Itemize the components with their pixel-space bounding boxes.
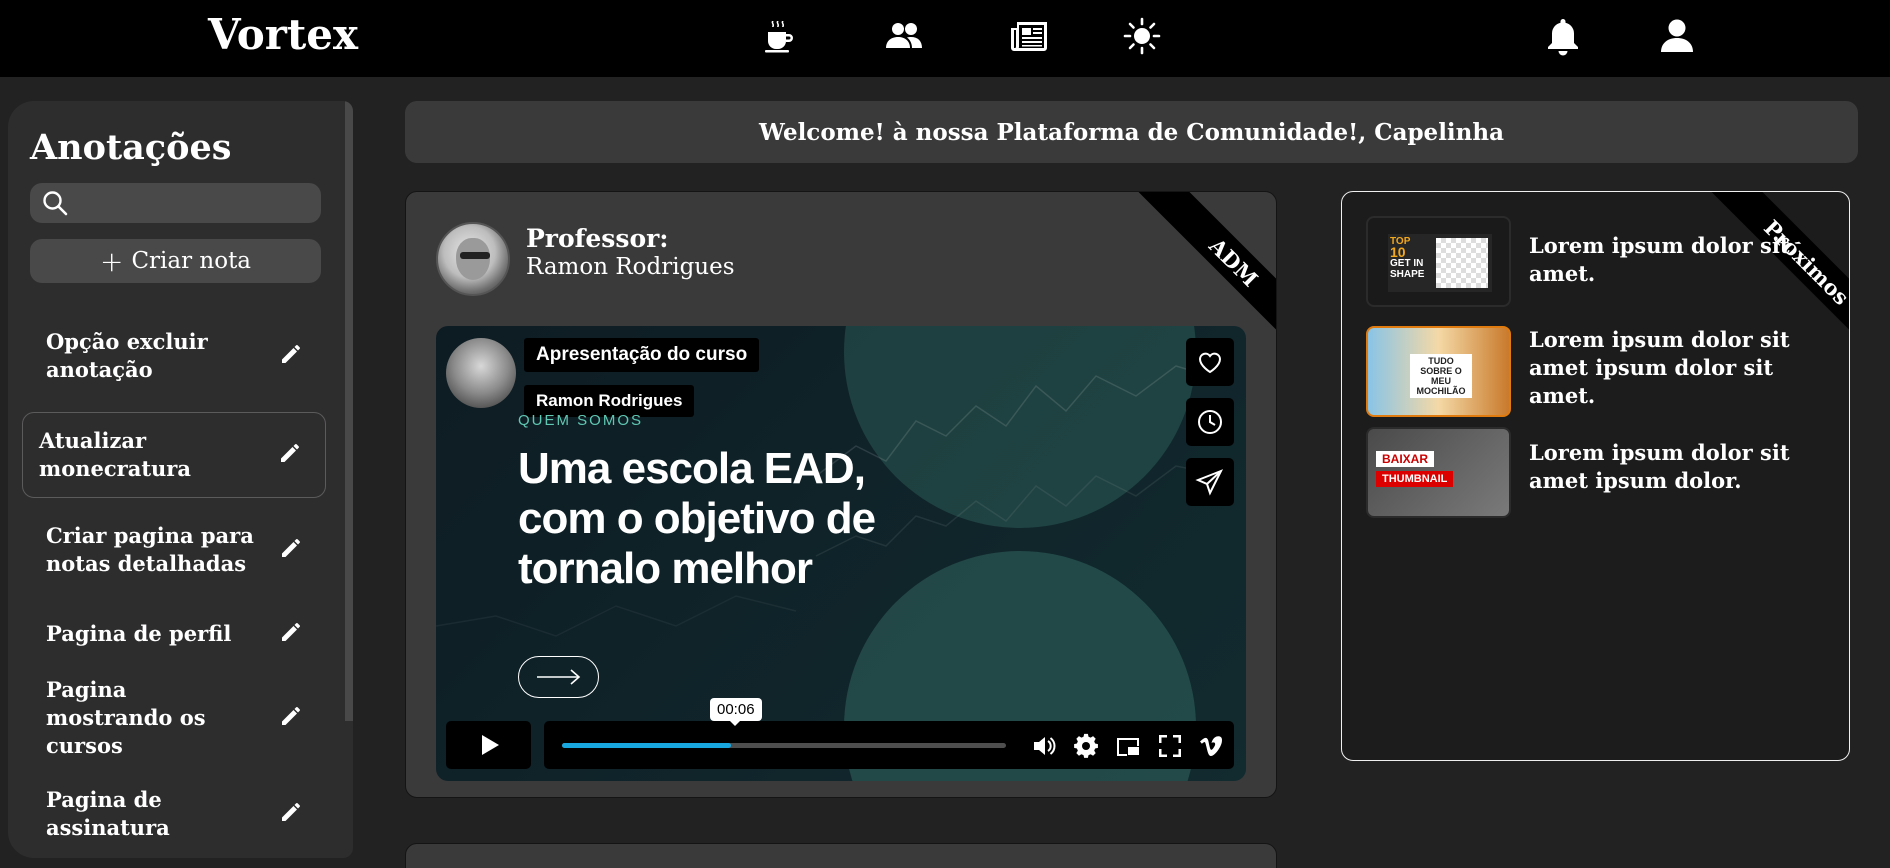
edit-pencil-icon[interactable]	[278, 533, 306, 568]
user-icon[interactable]	[1655, 14, 1699, 58]
thumbnail-text: TOP 10 GET IN SHAPE	[1390, 236, 1425, 280]
thumbnail-text: TUDO SOBRE O MEU MOCHILÃO	[1410, 354, 1472, 398]
fullscreen-icon[interactable]	[1155, 731, 1185, 761]
next-video-title[interactable]: Lorem ipsum dolor sit amet ipsum dolor s…	[1529, 326, 1819, 410]
coffee-icon[interactable]	[757, 14, 801, 58]
note-label: Criar pagina para notas detalhadas	[46, 523, 254, 576]
watch-later-button[interactable]	[1186, 398, 1234, 446]
notes-sidebar: Anotações + Criar nota Opção excluir ano…	[8, 101, 353, 858]
note-label: Pagina mostrando os cursos	[46, 677, 206, 758]
play-icon	[481, 735, 499, 755]
next-videos-card: Próximos TOP 10 GET IN SHAPE Lorem ipsum…	[1341, 191, 1850, 761]
edit-pencil-icon[interactable]	[278, 701, 306, 736]
create-note-button[interactable]: + Criar nota	[30, 239, 321, 283]
edit-pencil-icon[interactable]	[278, 617, 306, 652]
vimeo-logo-icon[interactable]	[1196, 731, 1226, 761]
bell-icon[interactable]	[1541, 14, 1585, 58]
create-note-label: Criar nota	[131, 248, 252, 274]
welcome-text: Welcome! à nossa Plataforma de Comunidad…	[758, 118, 1505, 146]
progress-fill	[562, 743, 731, 748]
video-small-heading: QUEM SOMOS	[518, 412, 644, 429]
edit-pencil-icon[interactable]	[278, 339, 306, 374]
video-thumbnail[interactable]: BAIXAR THUMBNAIL	[1366, 427, 1511, 518]
playback-time-tooltip: 00:06	[710, 698, 762, 726]
next-video-item[interactable]: TOP 10 GET IN SHAPE Lorem ipsum dolor si…	[1366, 216, 1819, 307]
edit-pencil-icon[interactable]	[277, 438, 305, 473]
sidebar-title: Anotações	[30, 127, 232, 168]
video-headline: Uma escola EAD, com o objetivo de tornal…	[518, 444, 1038, 594]
edit-pencil-icon[interactable]	[278, 797, 306, 832]
clock-icon	[1198, 410, 1222, 434]
video-thumbnail[interactable]: TUDO SOBRE O MEU MOCHILÃO	[1366, 326, 1511, 417]
video-controls-bar	[544, 721, 1234, 769]
video-author-avatar[interactable]	[446, 338, 516, 408]
note-label: Pagina de assinatura	[46, 787, 170, 840]
send-icon	[1195, 469, 1224, 496]
volume-icon[interactable]	[1029, 731, 1059, 761]
welcome-banner: Welcome! à nossa Plataforma de Comunidad…	[405, 101, 1858, 163]
top-bar: Vortex	[0, 0, 1890, 77]
note-item[interactable]: Pagina mostrando os cursos	[22, 677, 326, 758]
next-video-item[interactable]: TUDO SOBRE O MEU MOCHILÃO Lorem ipsum do…	[1366, 326, 1819, 417]
thumbnail-text: THUMBNAIL	[1376, 471, 1454, 487]
video-arrow-button	[518, 656, 599, 698]
next-video-title[interactable]: Lorem ipsum dolor sit amet ipsum dolor.	[1529, 439, 1819, 495]
progress-track[interactable]	[562, 743, 1006, 748]
note-item[interactable]: Opção excluir anotação	[22, 326, 326, 386]
like-button[interactable]	[1186, 338, 1234, 386]
share-button[interactable]	[1186, 458, 1234, 506]
video-thumbnail[interactable]: TOP 10 GET IN SHAPE	[1366, 216, 1511, 307]
next-course-card	[405, 843, 1277, 868]
video-title[interactable]: Apresentação do curso	[524, 338, 760, 372]
heart-icon	[1198, 352, 1222, 374]
note-label: Atualizar monecratura	[39, 428, 191, 481]
note-item[interactable]: Criar pagina para notas detalhadas	[22, 520, 326, 580]
note-item[interactable]: Pagina de assinatura	[22, 784, 326, 844]
video-headline-line: com o objetivo de	[518, 494, 876, 543]
play-button[interactable]	[446, 721, 531, 769]
video-headline-line: Uma escola EAD,	[518, 444, 866, 493]
users-icon[interactable]	[882, 14, 926, 58]
plus-icon: +	[99, 244, 124, 278]
professor-label: Professor:	[526, 224, 669, 253]
app-logo[interactable]: Vortex	[208, 10, 358, 59]
adm-ribbon-label: ADM	[1204, 232, 1264, 292]
search-icon	[43, 191, 68, 216]
video-headline-line: tornalo melhor	[518, 544, 813, 593]
note-item-active[interactable]: Atualizar monecratura	[22, 412, 326, 498]
video-player[interactable]: Apresentação do curso Ramon Rodrigues QU…	[436, 326, 1246, 781]
adm-ribbon: ADM	[1126, 192, 1276, 342]
arrow-right-icon	[536, 669, 580, 685]
sun-icon[interactable]	[1120, 14, 1164, 58]
next-video-title[interactable]: Lorem ipsum dolor sit amet.	[1529, 232, 1819, 288]
note-item[interactable]: Pagina de perfil	[22, 614, 326, 654]
next-video-item[interactable]: BAIXAR THUMBNAIL Lorem ipsum dolor sit a…	[1366, 427, 1819, 518]
professor-name[interactable]: Ramon Rodrigues	[526, 254, 735, 280]
thumbnail-text: BAIXAR	[1376, 451, 1435, 467]
note-label: Opção excluir anotação	[46, 329, 208, 382]
search-input[interactable]	[78, 193, 321, 213]
sidebar-scrollbar[interactable]	[345, 101, 353, 721]
professor-avatar[interactable]	[436, 222, 510, 296]
settings-gear-icon[interactable]	[1071, 731, 1101, 761]
note-label: Pagina de perfil	[46, 621, 232, 646]
newspaper-icon[interactable]	[1007, 14, 1051, 58]
search-box[interactable]	[30, 183, 321, 223]
picture-in-picture-icon[interactable]	[1113, 731, 1143, 761]
course-card: Professor: Ramon Rodrigues ADM Apresenta…	[405, 191, 1277, 798]
